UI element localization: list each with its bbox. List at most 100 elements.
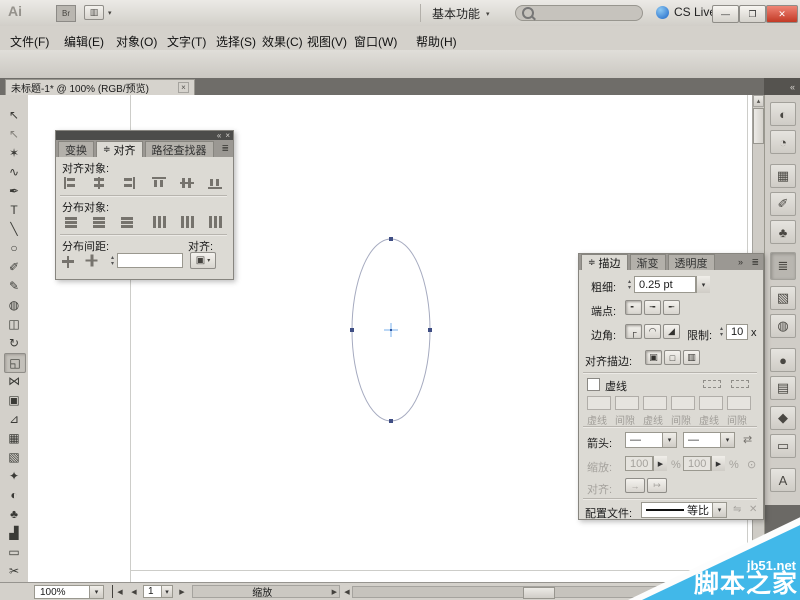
limit-spinner[interactable]: ▴▾ — [717, 326, 726, 338]
spacing-value-field[interactable]: ▴▾ — [108, 253, 183, 268]
status-menu-icon[interactable]: ▶ — [332, 588, 339, 596]
distribute-right-button[interactable] — [204, 213, 226, 230]
slice-tool[interactable]: ✂ — [4, 562, 24, 580]
eyedropper-tool[interactable]: ✦ — [4, 467, 24, 485]
align-vertical-top-button[interactable] — [148, 174, 170, 191]
arrow-end-select[interactable]: — ▾ — [683, 432, 735, 448]
dash-preset-1-icon[interactable] — [703, 380, 721, 388]
symbols-panel-icon[interactable]: ♣ — [770, 220, 796, 244]
eraser-tool[interactable]: ◫ — [4, 315, 24, 333]
artboard-tool[interactable]: ▭ — [4, 543, 24, 561]
blob-brush-tool[interactable]: ◍ — [4, 296, 24, 314]
search-input[interactable] — [515, 5, 643, 21]
dash-input-3[interactable] — [699, 396, 723, 410]
swatches-panel-icon[interactable]: ▦ — [770, 164, 796, 188]
paintbrush-tool[interactable]: ✐ — [4, 258, 24, 276]
dashed-line-checkbox[interactable] — [587, 378, 600, 391]
appearance-panel-icon[interactable]: ● — [770, 348, 796, 372]
maximize-button[interactable]: ❐ — [739, 5, 766, 23]
color-panel-icon[interactable]: ◐ — [770, 102, 796, 126]
limit-field[interactable]: ▴▾ 10 — [717, 324, 748, 340]
align-panel-close-icon[interactable]: × — [225, 131, 230, 140]
perspective-grid-tool[interactable]: ⊿ — [4, 410, 24, 428]
ellipse-tool[interactable]: ○ — [4, 239, 24, 257]
magic-wand-tool[interactable]: ✶ — [4, 144, 24, 162]
distribute-horizontal-center-button[interactable] — [176, 213, 198, 230]
weight-field[interactable]: ▴▾ 0.25 pt ▾ — [625, 276, 710, 293]
align-panel-menu-icon[interactable]: ≣ — [221, 143, 229, 154]
distribute-vertical-center-button[interactable] — [88, 213, 110, 230]
graphic-styles-panel-icon[interactable]: ▤ — [770, 376, 796, 400]
cap-butt-button[interactable]: ╸ — [625, 300, 642, 315]
tab-stroke[interactable]: ≑描边 — [581, 254, 628, 270]
symbol-sprayer-tool[interactable]: ♣ — [4, 505, 24, 523]
ellipse-shape[interactable] — [346, 232, 436, 428]
align-panel-collapse-icon[interactable]: « — [217, 131, 221, 140]
dash-preset-2-icon[interactable] — [731, 380, 749, 388]
tab-align[interactable]: ≑对齐 — [96, 141, 143, 157]
tab-pathfinder[interactable]: 路径查找器 — [145, 141, 214, 157]
gradient-panel-icon[interactable]: ▧ — [770, 286, 796, 310]
next-artboard-button[interactable]: ▶ — [175, 585, 189, 598]
weight-spinner[interactable]: ▴▾ — [625, 279, 634, 291]
tab-transparency[interactable]: 透明度 — [668, 254, 715, 270]
workspace-switcher[interactable]: 基本功能 ▾ — [432, 5, 490, 22]
join-bevel-button[interactable]: ◢ — [663, 324, 680, 339]
dock-collapse-header[interactable]: « — [764, 78, 800, 95]
arrange-documents-icon[interactable]: ▥ — [84, 5, 104, 20]
dash-input-1[interactable] — [587, 396, 611, 410]
menu-type[interactable]: 文字(T) — [163, 31, 210, 52]
gap-input-3[interactable] — [727, 396, 751, 410]
arrow-start-select[interactable]: — ▾ — [625, 432, 677, 448]
mesh-tool[interactable]: ▦ — [4, 429, 24, 447]
width-tool[interactable]: ⋈ — [4, 372, 24, 390]
direct-selection-tool[interactable]: ↖ — [4, 125, 24, 143]
tab-transform[interactable]: 变换 — [58, 141, 94, 157]
menu-view[interactable]: 视图(V) — [303, 31, 351, 52]
first-artboard-button[interactable]: ◀ — [112, 585, 127, 598]
menu-help[interactable]: 帮助(H) — [412, 31, 461, 52]
blend-tool[interactable]: ◐ — [4, 486, 24, 504]
stroke-panel-icon[interactable]: ≣ — [770, 252, 796, 280]
menu-edit[interactable]: 编辑(E) — [60, 31, 108, 52]
dash-input-2[interactable] — [643, 396, 667, 410]
minimize-button[interactable]: — — [712, 5, 739, 23]
align-vertical-bottom-button[interactable] — [204, 174, 226, 191]
cap-projecting-button[interactable]: ╾ — [663, 300, 680, 315]
join-round-button[interactable]: ◠ — [644, 324, 661, 339]
color-guide-panel-icon[interactable]: ◔ — [770, 130, 796, 154]
align-horizontal-center-button[interactable] — [88, 174, 110, 191]
rotate-tool[interactable]: ↻ — [4, 334, 24, 352]
swap-arrows-icon[interactable]: ⇄ — [743, 433, 752, 446]
pencil-tool[interactable]: ✎ — [4, 277, 24, 295]
scroll-up-icon[interactable]: ▴ — [753, 95, 764, 107]
align-horizontal-right-button[interactable] — [116, 174, 138, 191]
bridge-icon[interactable]: Br — [56, 5, 76, 22]
gradient-tool[interactable]: ▧ — [4, 448, 24, 466]
status-field[interactable]: 缩放 ▶ — [192, 585, 340, 598]
line-segment-tool[interactable]: ╲ — [4, 220, 24, 238]
weight-value[interactable]: 0.25 pt — [634, 276, 696, 293]
scroll-down-icon[interactable]: ▾ — [753, 570, 764, 582]
pen-tool[interactable]: ✒ — [4, 182, 24, 200]
artboards-panel-icon[interactable]: ▭ — [770, 434, 796, 458]
menu-effect[interactable]: 效果(C) — [258, 31, 307, 52]
document-close-icon[interactable]: × — [178, 82, 189, 93]
scale-tool[interactable]: ◱ — [4, 353, 26, 373]
stroke-panel-menu-icon[interactable]: ≣ — [751, 257, 759, 268]
vertical-scroll-thumb[interactable] — [753, 108, 764, 144]
selection-tool[interactable]: ↖ — [4, 106, 24, 124]
align-stroke-center-button[interactable]: ▣ — [645, 350, 662, 365]
tab-gradient[interactable]: 渐变 — [630, 254, 666, 270]
spacing-value-input[interactable] — [117, 253, 183, 268]
close-button[interactable]: ✕ — [766, 5, 798, 23]
align-horizontal-left-button[interactable] — [60, 174, 82, 191]
stroke-panel-expand-icon[interactable]: » — [738, 257, 743, 267]
join-miter-button[interactable]: ┌ — [625, 324, 642, 339]
shape-builder-tool[interactable]: ▣ — [4, 391, 24, 409]
previous-artboard-button[interactable]: ◀ — [127, 585, 141, 598]
document-tab[interactable]: 未标题-1* @ 100% (RGB/预览) × — [5, 79, 195, 95]
zoom-select[interactable]: 100% ▾ — [34, 585, 104, 599]
column-graph-tool[interactable]: ▟ — [4, 524, 24, 542]
distribute-top-button[interactable] — [60, 213, 82, 230]
